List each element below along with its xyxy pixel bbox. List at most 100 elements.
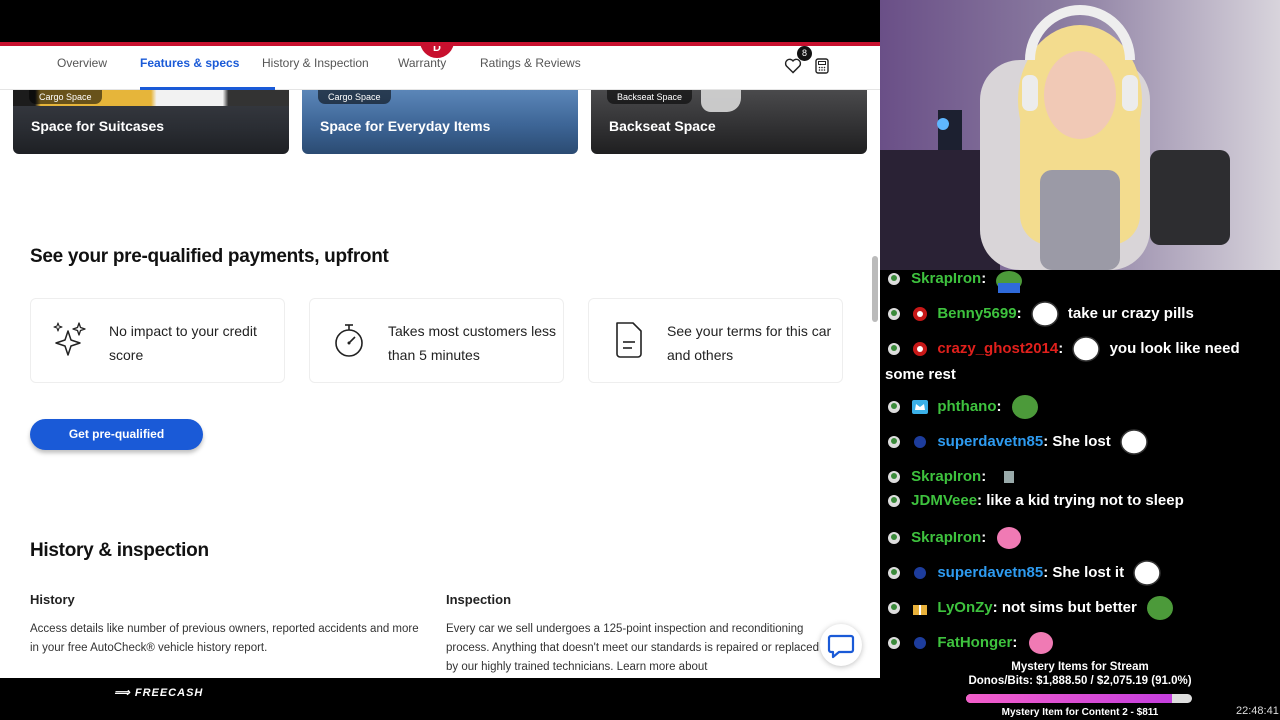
inspection-body: Every car we sell undergoes a 125-point …: [446, 623, 819, 673]
vehicle-detail-page: Cargo Space Space for Suitcases Cargo Sp…: [0, 46, 880, 678]
history-body: Access details like number of previous o…: [30, 623, 419, 654]
chat-username[interactable]: Benny5699: [937, 305, 1016, 322]
pepe-emote-icon: [1011, 395, 1038, 419]
freecash-logo-icon: ⟹: [114, 687, 131, 699]
tab-history-inspection[interactable]: History & Inspection: [262, 56, 369, 70]
nasa-badge-icon: [914, 637, 927, 649]
chat-text: She lost: [1052, 432, 1111, 450]
mod-badge-icon: [888, 401, 900, 413]
goal-amounts: Donos/Bits: $1,888.50 / $2,075.19 (91.0%…: [968, 675, 1192, 687]
prequal-benefit-text: See your terms for this car and others: [667, 323, 832, 363]
tab-features-specs[interactable]: Features & specs: [140, 56, 239, 70]
prequal-benefit-text: No impact to your credit score: [109, 323, 257, 363]
chat-text: like a kid trying not to sleep: [986, 492, 1184, 509]
pink-pepe-emote-icon: [997, 527, 1022, 549]
card-title: Space for Suitcases: [31, 118, 165, 134]
umbrella-badge-icon: [913, 307, 928, 321]
prequal-benefit-card: See your terms for this car and others: [588, 298, 843, 383]
mod-badge-icon: [888, 532, 900, 544]
card-title: Space for Everyday Items: [320, 118, 491, 134]
mod-badge-icon: [888, 308, 900, 320]
browser-top-bar: [0, 0, 880, 42]
heart-icon[interactable]: [784, 58, 802, 74]
chat-text: take ur crazy pills: [1067, 304, 1194, 322]
freecash-banner: ⟹ FREECASH: [114, 686, 203, 699]
chat-message: SkrapIron:: [885, 265, 1275, 293]
chat-username[interactable]: superdavetn85: [937, 433, 1043, 450]
chat-message: SkrapIron:: [885, 463, 1275, 491]
chat-username[interactable]: LyOnZy: [937, 599, 992, 616]
webcam-image: [880, 0, 1280, 270]
mod-badge-icon: [888, 273, 900, 285]
goal-next-item: Mystery Item for Content 2 - $811: [1001, 707, 1159, 718]
tab-overview[interactable]: Overview: [57, 56, 107, 70]
calculator-icon[interactable]: [815, 58, 829, 74]
sparkle-icon: [53, 322, 86, 356]
pepe-emote-icon: [996, 271, 1023, 293]
troll-face-emote-icon: [1072, 336, 1101, 362]
goal-title: Mystery Items for Stream: [1011, 661, 1149, 673]
page-scrollbar[interactable]: [872, 256, 878, 322]
umbrella-badge-icon: [913, 342, 928, 356]
prequal-benefit-text: Takes most customers less than 5 minutes: [388, 323, 557, 363]
active-tab-underline: [140, 87, 275, 90]
stopwatch-icon: [335, 324, 363, 357]
section-nav: D Overview Features & specs History & In…: [0, 46, 880, 90]
card-everyday-items[interactable]: Cargo Space Space for Everyday Items: [302, 90, 578, 154]
nasa-badge-icon: [914, 436, 927, 448]
crown-badge-icon: [912, 400, 929, 414]
chat-message: FatHonger:: [885, 629, 1275, 657]
chat-message: phthano:: [885, 393, 1275, 421]
goal-progress-fill: [966, 694, 1172, 703]
goal-progress-bar: [966, 694, 1192, 703]
chat-message: superdavetn85: She lost: [885, 428, 1275, 456]
card-tag: Cargo Space: [318, 90, 391, 104]
chat-username[interactable]: SkrapIron: [911, 270, 981, 287]
pixel-emote-icon: [1004, 471, 1015, 483]
pepe-emote-icon: [1147, 596, 1173, 620]
chat-bubble-icon: [827, 634, 855, 659]
troll-face-emote-icon: [1030, 301, 1059, 327]
donation-goal-widget: Mystery Items for Stream Donos/Bits: $1,…: [880, 660, 1280, 720]
chat-username[interactable]: FatHonger: [937, 634, 1012, 651]
freecash-label: FREECASH: [134, 687, 204, 699]
chat-text: not sims but better: [1001, 598, 1137, 616]
chat-username[interactable]: SkrapIron: [911, 529, 981, 546]
history-inspection-heading: History & inspection: [30, 540, 209, 561]
chat-username[interactable]: phthano: [937, 398, 996, 415]
mod-badge-icon: [888, 436, 900, 448]
troll-face-emote-icon: [1120, 429, 1148, 455]
card-title: Backseat Space: [609, 118, 716, 134]
card-tag: Cargo Space: [29, 90, 102, 104]
prequal-heading: See your pre-qualified payments, upfront: [30, 246, 389, 267]
get-prequalified-button[interactable]: Get pre-qualified: [30, 419, 203, 450]
chat-support-button[interactable]: [820, 624, 862, 666]
mod-badge-icon: [888, 602, 900, 614]
mod-badge-icon: [888, 637, 900, 649]
favorites-count-badge: 8: [797, 46, 812, 61]
pink-pepe-emote-icon: [1028, 632, 1053, 654]
chat-message: LyOnZy: not sims but better: [885, 594, 1275, 622]
gift-badge-icon: [913, 605, 928, 615]
chat-message: crazy_ghost2014: you look like need some…: [885, 335, 1275, 387]
chat-username[interactable]: JDMVeee: [911, 492, 977, 509]
tab-warranty[interactable]: Warranty: [398, 56, 446, 70]
card-backseat[interactable]: Backseat Space Backseat Space: [591, 90, 867, 154]
troll-face-emote-icon: [1133, 560, 1162, 586]
chat-username[interactable]: superdavetn85: [937, 564, 1043, 581]
tab-ratings-reviews[interactable]: Ratings & Reviews: [480, 56, 581, 70]
chat-username[interactable]: SkrapIron: [911, 468, 981, 485]
card-suitcases[interactable]: Cargo Space Space for Suitcases: [13, 90, 289, 154]
chat-username[interactable]: crazy_ghost2014: [937, 340, 1058, 357]
card-tag: Backseat Space: [607, 90, 693, 104]
prequal-benefit-card: Takes most customers less than 5 minutes: [309, 298, 564, 383]
mod-badge-icon: [888, 471, 900, 483]
mod-badge-icon: [888, 343, 900, 355]
chat-text: She lost it: [1052, 563, 1125, 581]
webcam-feed: [880, 0, 1280, 270]
stream-clock: 22:48:41: [1236, 705, 1279, 717]
mod-badge-icon: [888, 495, 900, 508]
chat-message: Benny5699: take ur crazy pills: [885, 300, 1275, 328]
history-subheading: History: [30, 592, 75, 607]
chat-message: SkrapIron:: [885, 524, 1275, 552]
